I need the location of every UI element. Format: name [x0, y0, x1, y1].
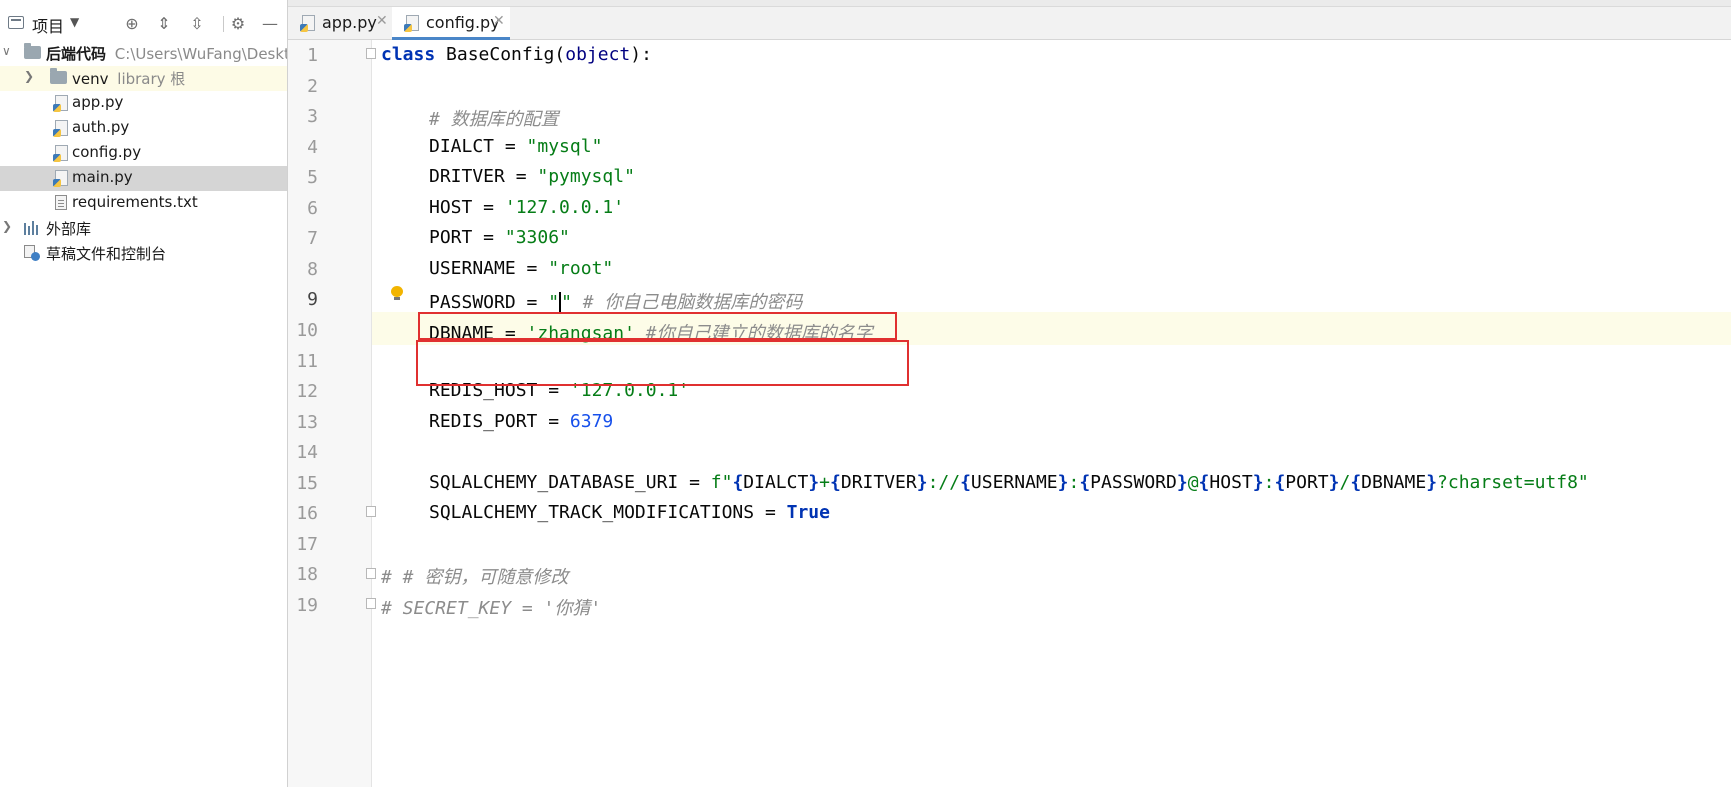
annotation-box-password: [418, 312, 897, 340]
code-line-16: SQLALCHEMY_TRACK_MODIFICATIONS = True: [429, 502, 830, 523]
tree-item-label: config.py: [72, 143, 142, 161]
line-number: 15: [296, 473, 318, 494]
project-toolbar: 项目 ▼ ⊕ ⇕ ⇳ ⚙ —: [0, 7, 287, 41]
tree-item-label: main.py: [72, 168, 133, 186]
tree-item-label: app.py: [72, 93, 124, 111]
chevron-down-icon[interactable]: ∨: [2, 44, 11, 58]
line-number: 7: [307, 228, 318, 249]
line-number: 4: [307, 137, 318, 158]
library-icon: [24, 221, 42, 235]
code-line-9: PASSWORD = " " # 你自己电脑数据库的密码: [429, 292, 803, 313]
folder-icon: [24, 43, 41, 59]
line-number: 6: [307, 198, 318, 219]
fold-toggle-icon[interactable]: [366, 568, 376, 579]
line-number: 16: [296, 503, 318, 524]
line-number: 17: [296, 534, 318, 555]
line-number: 8: [307, 259, 318, 280]
python-file-icon: [53, 95, 68, 112]
text-file-icon: [55, 195, 67, 210]
library-root-label: library 根: [117, 70, 186, 88]
code-line-6: HOST = '127.0.0.1': [429, 197, 625, 218]
code-line-19-comment: # SECRET_KEY = '你猜': [381, 598, 602, 619]
python-file-icon: [404, 15, 419, 32]
tab-label: app.py: [322, 13, 377, 32]
line-number: 12: [296, 381, 318, 402]
tree-item-requirements-txt[interactable]: requirements.txt: [0, 191, 287, 216]
code-line-15: SQLALCHEMY_DATABASE_URI = f"{DIALCT}+{DR…: [429, 472, 1589, 493]
tree-root[interactable]: ∨ 后端代码 C:\Users\WuFang\Deskto: [0, 41, 288, 66]
code-line-3-comment: # 数据库的配置: [429, 109, 559, 130]
collapse-all-icon[interactable]: ⇳: [185, 11, 209, 35]
tab-config-py[interactable]: config.py ✕: [392, 7, 510, 40]
project-view-title[interactable]: 项目: [32, 13, 64, 37]
tree-item-label: 草稿文件和控制台: [46, 245, 167, 263]
tree-item-config-py[interactable]: config.py: [0, 141, 287, 166]
python-file-icon: [53, 120, 68, 137]
code-line-8: USERNAME = "root": [429, 258, 614, 279]
chevron-down-icon[interactable]: ▼: [70, 15, 79, 29]
code-line-7: PORT = "3306": [429, 227, 570, 248]
line-number: 11: [296, 351, 318, 372]
tree-item-external-libraries[interactable]: ❯ 外部库: [0, 216, 287, 241]
line-number-current: 9: [307, 289, 318, 310]
line-number: 2: [307, 76, 318, 97]
code-editor[interactable]: 1 2 3 4 5 6 7 8 9 10 11 12 13 14 15 16 1…: [288, 40, 1731, 787]
python-file-icon: [53, 145, 68, 162]
line-number: 14: [296, 442, 318, 463]
line-number: 18: [296, 564, 318, 585]
project-view-icon[interactable]: [8, 16, 24, 29]
root-folder-name: 后端代码: [46, 45, 107, 63]
fold-toggle-icon[interactable]: [366, 48, 376, 59]
tab-label: config.py: [426, 13, 500, 32]
chevron-right-icon[interactable]: ❯: [24, 69, 34, 83]
root-folder-path: C:\Users\WuFang\Deskto: [114, 45, 288, 63]
tab-app-py[interactable]: app.py ✕: [288, 7, 391, 40]
line-number: 5: [307, 167, 318, 188]
tree-item-main-py[interactable]: main.py: [0, 166, 287, 191]
tree-item-label: auth.py: [72, 118, 130, 136]
line-number: 10: [296, 320, 318, 341]
code-line-1: class BaseConfig(object):: [381, 44, 652, 65]
editor-tab-bar: app.py ✕ config.py ✕: [288, 7, 1731, 40]
code-line-5: DRITVER = "pymysql": [429, 166, 635, 187]
fold-toggle-icon[interactable]: [366, 506, 376, 517]
expand-all-icon[interactable]: ⇕: [152, 11, 176, 35]
gear-icon[interactable]: ⚙: [226, 11, 250, 35]
tree-item-auth-py[interactable]: auth.py: [0, 116, 287, 141]
folder-icon: [50, 68, 67, 84]
tree-item-venv[interactable]: ❯ venv library 根: [0, 66, 287, 91]
close-icon[interactable]: ✕: [376, 13, 388, 29]
line-number: 19: [296, 595, 318, 616]
lightbulb-icon[interactable]: [391, 286, 403, 300]
line-number: 13: [296, 412, 318, 433]
code-line-13: REDIS_PORT = 6379: [429, 411, 614, 432]
python-file-icon: [53, 170, 68, 187]
project-panel: 项目 ▼ ⊕ ⇕ ⇳ ⚙ — ∨ 后端代码 C:\Users\WuFang\De…: [0, 0, 288, 787]
hide-panel-icon[interactable]: —: [258, 11, 282, 35]
line-number-gutter[interactable]: 1 2 3 4 5 6 7 8 9 10 11 12 13 14 15 16 1…: [288, 40, 372, 787]
chevron-right-icon[interactable]: ❯: [2, 219, 12, 233]
tree-item-label: 外部库: [46, 220, 92, 238]
line-number: 1: [307, 45, 318, 66]
scratch-console-icon: [24, 245, 40, 261]
tree-item-scratches[interactable]: 草稿文件和控制台: [0, 241, 287, 266]
annotation-box-dbname: [416, 340, 909, 386]
code-line-4: DIALCT = "mysql": [429, 136, 603, 157]
locate-file-icon[interactable]: ⊕: [120, 11, 144, 35]
tree-item-app-py[interactable]: app.py: [0, 91, 287, 116]
close-icon[interactable]: ✕: [493, 13, 505, 29]
tree-item-label: requirements.txt: [72, 193, 198, 211]
tree-item-label: venv: [72, 70, 109, 88]
code-line-18-comment: # # 密钥，可随意修改: [381, 567, 569, 588]
toolbar-divider: [223, 16, 224, 32]
fold-toggle-icon[interactable]: [366, 598, 376, 609]
python-file-icon: [300, 15, 315, 32]
line-number: 3: [307, 106, 318, 127]
